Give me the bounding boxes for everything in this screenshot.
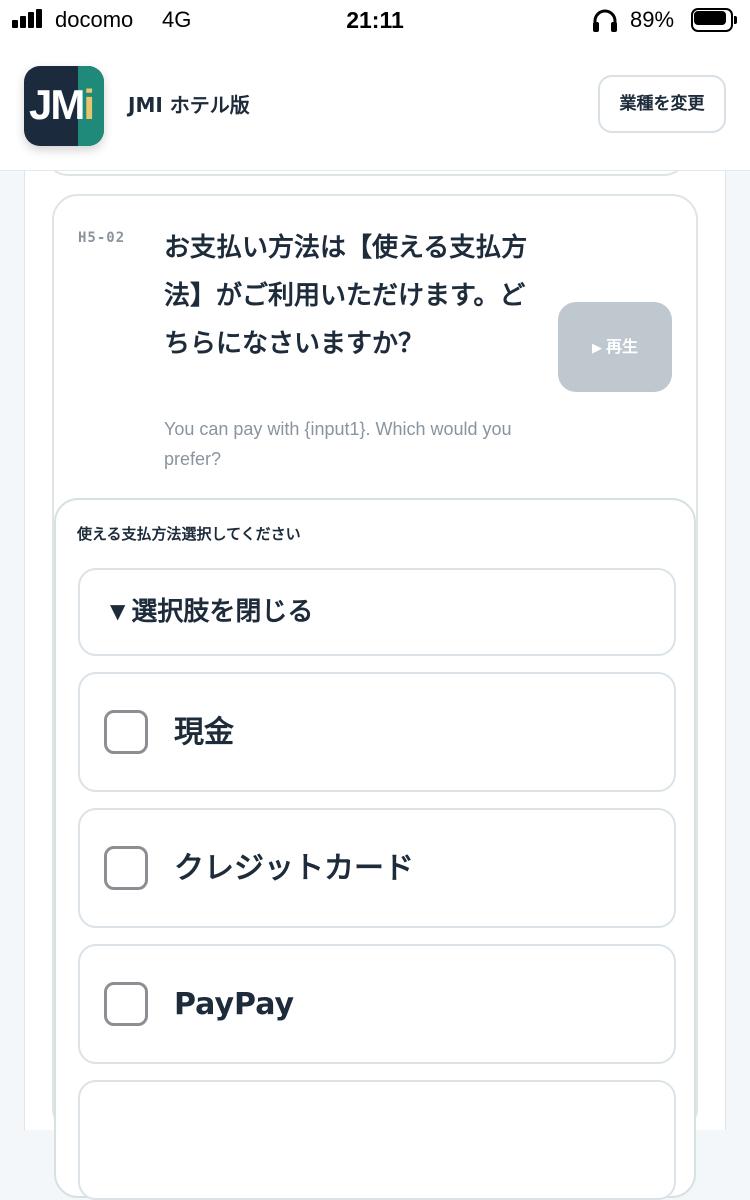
option-label: クレジットカード <box>174 851 414 886</box>
triangle-down-icon: ▼ <box>110 599 126 623</box>
checkbox-icon[interactable] <box>104 846 148 890</box>
close-options-button[interactable]: ▼ 選択肢を閉じる <box>78 568 676 656</box>
app-logo[interactable]: JMi <box>24 66 104 146</box>
payment-method-selector: 使える支払方法選択してください ▼ 選択肢を閉じる 現金 クレジットカード Pay… <box>54 498 696 1200</box>
option-cash[interactable]: 現金 <box>78 672 676 792</box>
status-bar: docomo 4G 21:11 89% <box>0 0 750 40</box>
battery-percentage: 89% <box>630 7 675 32</box>
checkbox-icon[interactable] <box>104 710 148 754</box>
option-partial[interactable] <box>78 1080 676 1200</box>
phrase-japanese-text: お支払い方法は【使える支払方法】がご利用いただけます。どちらになさいますか？ <box>164 233 528 359</box>
phrase-english-text: You can pay with {input1}. Which would y… <box>164 419 512 469</box>
logo-text: JMi <box>29 81 95 128</box>
selector-title: 使える支払方法選択してください <box>77 525 301 543</box>
play-button[interactable]: ▶ 再生 <box>558 302 672 392</box>
option-label: PayPay <box>174 987 295 1022</box>
checkbox-icon[interactable] <box>104 982 148 1026</box>
phrase-code: H5-02 <box>78 230 126 246</box>
headphones-icon <box>593 9 617 32</box>
play-icon: ▶ <box>591 341 602 356</box>
option-paypay[interactable]: PayPay <box>78 944 676 1064</box>
app-title: JMI ホテル版 <box>128 93 250 117</box>
close-options-label: 選択肢を閉じる <box>131 597 314 627</box>
app-header: JMi JMI ホテル版 業種を変更 <box>0 40 750 171</box>
option-label: 現金 <box>174 715 234 750</box>
option-credit-card[interactable]: クレジットカード <box>78 808 676 928</box>
battery-icon <box>691 8 739 32</box>
play-label: 再生 <box>605 337 638 356</box>
change-industry-button[interactable]: 業種を変更 <box>598 75 726 133</box>
